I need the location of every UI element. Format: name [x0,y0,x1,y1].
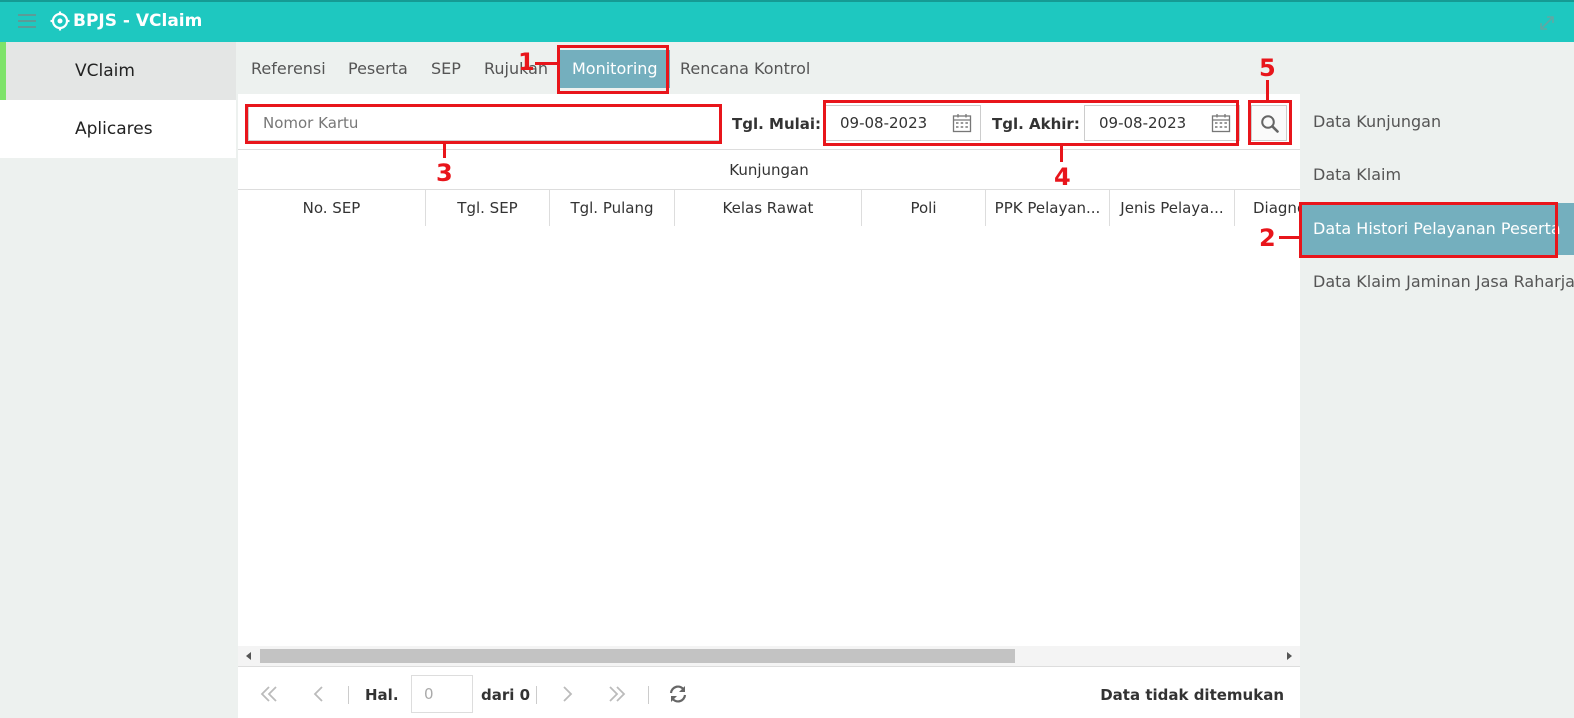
annotation-leader-2 [1279,236,1299,239]
annotation-leader-5 [1266,80,1269,100]
column-header-tgl-pulang[interactable]: Tgl. Pulang [550,190,675,226]
left-nav-item-vclaim[interactable]: VClaim [0,42,236,100]
tab-rencana-kontrol[interactable]: Rencana Kontrol [668,50,822,88]
annotation-leader-4 [1060,146,1063,162]
column-header-jenis-pelayanan[interactable]: Jenis Pelaya... [1110,190,1235,226]
page-number-input[interactable] [411,675,473,713]
page-label: Hal. [365,686,399,704]
start-date-value: 09-08-2023 [840,114,928,132]
grid-header: No. SEP Tgl. SEP Tgl. Pulang Kelas Rawat… [238,190,1300,226]
annotation-number-2: 2 [1259,224,1276,252]
card-number-input[interactable] [248,105,720,141]
scroll-right-icon[interactable] [1287,652,1292,660]
app-title: BPJS - VClaim [73,11,203,31]
filter-row: Tgl. Mulai: 09-08-2023 Tgl. Akhir: 09-08… [238,94,1300,150]
left-nav: VClaim Aplicares [0,42,238,718]
tab-rujukan[interactable]: Rujukan [472,50,560,88]
column-header-diagnosa[interactable]: Diagnosa [1235,190,1300,226]
refresh-icon[interactable] [667,683,689,705]
start-date-label: Tgl. Mulai: [732,115,822,133]
annotation-number-4: 4 [1054,163,1071,191]
pager-divider [348,686,349,704]
annotation-leader-1 [535,62,557,65]
right-nav: Data Kunjungan Data Klaim Data Histori P… [1300,42,1574,718]
top-bar: BPJS - VClaim [0,0,1574,42]
column-header-no-sep[interactable]: No. SEP [238,190,426,226]
prev-page-icon[interactable] [308,683,330,705]
grid-title: Kunjungan [238,150,1300,190]
tab-referensi[interactable]: Referensi [239,50,338,88]
calendar-icon[interactable] [1211,113,1231,133]
column-header-ppk-pelayanan[interactable]: PPK Pelayan... [986,190,1110,226]
start-date-field[interactable]: 09-08-2023 [825,105,981,141]
left-nav-item-aplicares[interactable]: Aplicares [0,100,236,158]
tab-monitoring[interactable]: Monitoring [560,50,670,88]
page-total-label: dari 0 [481,686,531,704]
column-header-poli[interactable]: Poli [862,190,986,226]
column-header-tgl-sep[interactable]: Tgl. SEP [426,190,550,226]
pager: Hal. dari 0 Data tidak ditemukan [238,666,1300,718]
search-icon [1261,115,1279,133]
tab-peserta[interactable]: Peserta [336,50,420,88]
tabs-row: Referensi Peserta SEP Rujukan Monitoring… [238,42,1300,94]
right-nav-item-data-klaim[interactable]: Data Klaim [1300,149,1574,201]
last-page-icon[interactable] [606,683,628,705]
right-nav-item-data-kunjungan[interactable]: Data Kunjungan [1300,96,1574,148]
pager-divider [536,686,537,704]
annotation-number-3: 3 [436,159,453,187]
first-page-icon[interactable] [258,683,280,705]
scroll-left-icon[interactable] [246,652,251,660]
expand-icon[interactable] [1538,14,1556,32]
column-header-kelas-rawat[interactable]: Kelas Rawat [675,190,862,226]
annotation-number-5: 5 [1259,54,1276,82]
end-date-field[interactable]: 09-08-2023 [1084,105,1240,141]
next-page-icon[interactable] [556,683,578,705]
search-button[interactable] [1251,105,1287,141]
hamburger-menu-icon[interactable] [18,14,36,28]
main-panel: Referensi Peserta SEP Rujukan Monitoring… [238,42,1300,718]
pager-status: Data tidak ditemukan [1100,686,1284,704]
pager-divider [648,686,649,704]
horizontal-scrollbar[interactable] [238,646,1300,666]
annotation-number-1: 1 [518,48,535,76]
scrollbar-thumb[interactable] [260,649,1015,663]
end-date-value: 09-08-2023 [1099,114,1187,132]
grid-body [238,226,1300,646]
end-date-label: Tgl. Akhir: [992,115,1080,133]
tab-sep[interactable]: SEP [419,50,473,88]
right-nav-item-data-klaim-jaminan-jasa-raharja[interactable]: Data Klaim Jaminan Jasa Raharja [1300,256,1574,308]
calendar-icon[interactable] [952,113,972,133]
app-logo-icon [50,11,70,31]
right-nav-item-data-histori-pelayanan-peserta[interactable]: Data Histori Pelayanan Peserta [1300,203,1574,255]
annotation-leader-3 [443,144,446,158]
